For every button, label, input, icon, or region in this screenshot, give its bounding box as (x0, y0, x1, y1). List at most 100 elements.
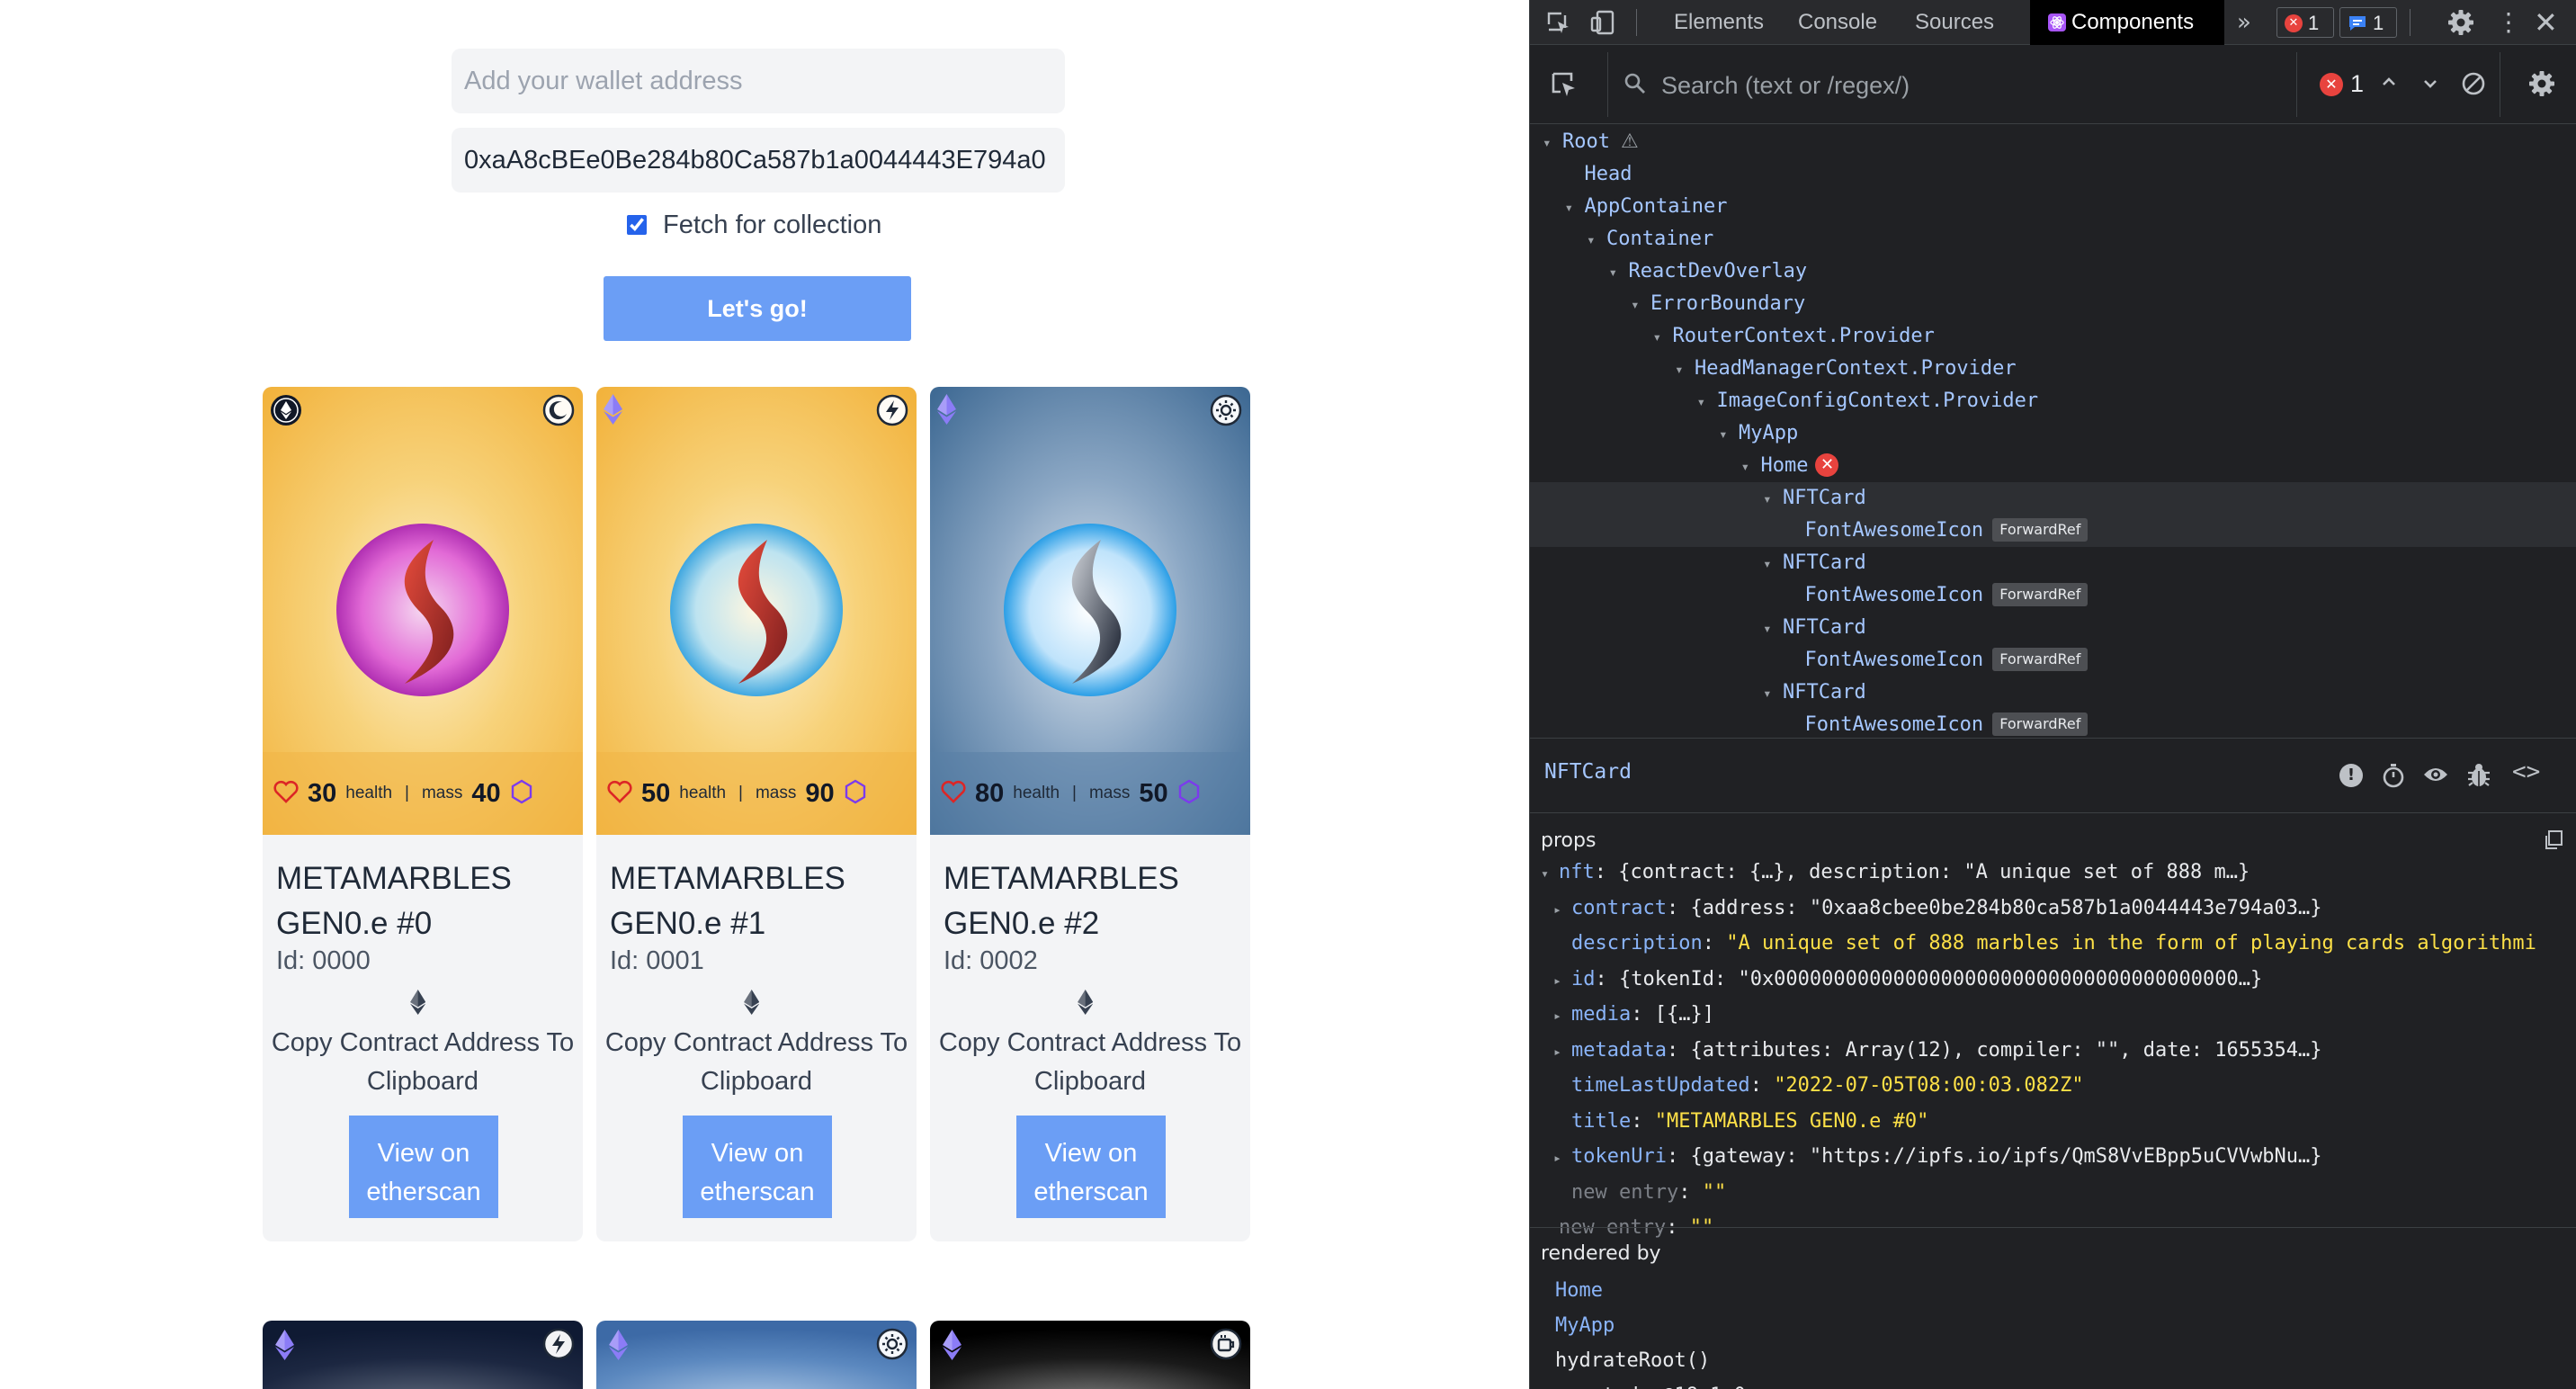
caret-down-icon[interactable]: ▾ (1631, 289, 1650, 321)
collection-address-input[interactable] (452, 128, 1065, 193)
tree-node-label: NFTCard (1783, 681, 1866, 703)
tree-node[interactable]: FontAwesomeIcon ForwardRef (1530, 515, 2576, 547)
caret-down-icon[interactable]: ▾ (1587, 224, 1606, 256)
inspect-dom-eye-icon[interactable] (2422, 764, 2449, 790)
search-icon (1623, 72, 1647, 100)
prop-colon: : (1666, 1145, 1691, 1168)
tree-node[interactable]: ▾ ReactDevOverlay (1530, 255, 2576, 288)
prop-colon: : (1631, 1109, 1655, 1133)
ethereum-icon (1078, 990, 1094, 1019)
copy-contract-address-button[interactable]: Copy Contract Address To Clipboard (263, 1024, 583, 1101)
ethereum-icon (410, 990, 426, 1019)
tab-elements[interactable]: Elements (1674, 0, 1764, 45)
tab-console[interactable]: Console (1798, 0, 1877, 45)
stat-separator: | (1072, 784, 1077, 802)
chevron-down-icon[interactable] (2420, 74, 2440, 98)
caret-down-icon[interactable]: ▾ (1763, 548, 1783, 580)
fetch-collection-row[interactable]: Fetch for collection (627, 207, 881, 243)
inspect-element-icon[interactable] (1546, 11, 1571, 40)
view-source-icon[interactable]: <> (2512, 758, 2540, 785)
view-on-etherscan-button[interactable]: View on etherscan (1016, 1116, 1166, 1218)
rendered-by-item[interactable]: Home (1555, 1275, 1603, 1307)
prop-row[interactable]: ▸ media: [{…}] (1553, 999, 1714, 1031)
caret-down-icon[interactable]: ▾ (1543, 127, 1562, 159)
caret-down-icon[interactable]: ▾ (1763, 677, 1783, 710)
tree-node[interactable]: ▾ NFTCard (1530, 612, 2576, 644)
tree-node[interactable]: ▾ NFTCard (1530, 482, 2576, 515)
tree-node[interactable]: ▾ AppContainer (1530, 191, 2576, 223)
props-panel: props ▾ nft: {contract: {…}, description:… (1530, 813, 2576, 1239)
prop-colon: : (1595, 967, 1619, 990)
tree-node[interactable]: ▾ ImageConfigContext.Provider (1530, 385, 2576, 417)
caret-down-icon[interactable]: ▾ (1653, 321, 1673, 354)
view-on-etherscan-button[interactable]: View on etherscan (683, 1116, 832, 1218)
expand-toggle-icon[interactable]: ▸ (1553, 964, 1571, 997)
prop-row[interactable]: new entry: "" (1553, 1177, 1726, 1209)
tab-components[interactable]: Components (2030, 0, 2224, 45)
prop-row[interactable]: ▸ id: {tokenId: "0x0000000000000000000000… (1553, 963, 2262, 996)
tab-sources[interactable]: Sources (1915, 0, 1994, 45)
prop-row[interactable]: ▸ tokenUri: {gateway: "https://ipfs.io/ip… (1553, 1141, 2321, 1173)
copy-props-icon[interactable] (2543, 829, 2564, 856)
stopwatch-icon[interactable] (2381, 762, 2406, 793)
settings-gear-icon[interactable] (2447, 9, 2474, 40)
expand-toggle-icon[interactable]: ▸ (1553, 893, 1571, 926)
prop-row[interactable]: description: "A unique set of 888 marble… (1553, 927, 2536, 960)
tree-node[interactable]: FontAwesomeIcon ForwardRef (1530, 579, 2576, 612)
tree-node[interactable]: ▾ NFTCard (1530, 677, 2576, 709)
clear-errors-icon[interactable] (2460, 70, 2487, 102)
device-toolbar-icon[interactable] (1589, 9, 1616, 40)
prop-row[interactable]: title: "METAMARBLES GEN0.e #0" (1553, 1106, 1928, 1138)
caret-down-icon[interactable]: ▾ (1675, 354, 1695, 386)
expand-toggle-icon[interactable]: ▸ (1553, 1142, 1571, 1174)
wallet-address-input[interactable] (452, 49, 1065, 113)
component-settings-gear-icon[interactable] (2528, 70, 2555, 102)
message-counter[interactable]: 1 (2339, 7, 2397, 38)
caret-down-icon[interactable]: ▾ (1763, 483, 1783, 515)
select-component-icon[interactable] (1550, 70, 1579, 103)
prop-row[interactable]: ▾ nft: {contract: {…}, description: "A un… (1541, 856, 2250, 889)
tree-node[interactable]: ▾ Home ✕ (1530, 450, 2576, 482)
copy-contract-address-button[interactable]: Copy Contract Address To Clipboard (596, 1024, 917, 1101)
log-to-console-bug-icon[interactable] (2467, 762, 2491, 793)
lets-go-button[interactable]: Let's go! (604, 276, 911, 341)
caret-down-icon[interactable]: ▾ (1719, 418, 1739, 451)
tree-node[interactable]: Head (1530, 158, 2576, 191)
tree-node[interactable]: ▾ Container (1530, 223, 2576, 255)
tree-node[interactable]: ▾ Root ⚠ (1530, 126, 2576, 158)
expand-toggle-icon[interactable]: ▾ (1541, 857, 1559, 890)
caret-down-icon[interactable]: ▾ (1741, 451, 1761, 483)
tree-node[interactable]: FontAwesomeIcon ForwardRef (1530, 709, 2576, 738)
suspend-icon[interactable]: ! (2339, 764, 2363, 787)
tree-node[interactable]: ▾ HeadManagerContext.Provider (1530, 353, 2576, 385)
caret-down-icon[interactable]: ▾ (1565, 192, 1585, 224)
more-tabs-icon[interactable]: » (2237, 9, 2251, 36)
close-devtools-icon[interactable]: ✕ (2534, 5, 2558, 40)
fetch-collection-checkbox[interactable] (627, 215, 647, 235)
caret-down-icon[interactable]: ▾ (1697, 386, 1717, 418)
caret-down-icon[interactable]: ▾ (1763, 613, 1783, 645)
nft-title: METAMARBLES GEN0.e #0 (276, 861, 512, 941)
rendered-by-item: react-dom@18.1.0 (1555, 1380, 1746, 1389)
prop-row[interactable]: timeLastUpdated: "2022-07-05T08:00:03.08… (1553, 1070, 2084, 1102)
tree-node[interactable]: ▾ NFTCard (1530, 547, 2576, 579)
chevron-up-icon[interactable] (2379, 72, 2399, 96)
prop-colon: : (1594, 861, 1619, 883)
tree-node[interactable]: ▾ ErrorBoundary (1530, 288, 2576, 320)
components-search-bar: Search (text or /regex/) ✕ 1 (1530, 45, 2576, 124)
copy-contract-address-button[interactable]: Copy Contract Address To Clipboard (930, 1024, 1250, 1101)
prop-row[interactable]: ▸ metadata: {attributes: Array(12), compi… (1553, 1035, 2321, 1067)
expand-toggle-icon[interactable]: ▸ (1553, 999, 1571, 1032)
kebab-menu-icon[interactable]: ⋮ (2496, 7, 2521, 37)
error-counter[interactable]: ✕ 1 (2276, 7, 2334, 38)
component-search-input[interactable]: Search (text or /regex/) (1661, 72, 1910, 100)
heart-icon (941, 780, 966, 808)
rendered-by-item[interactable]: MyApp (1555, 1310, 1614, 1342)
tree-node[interactable]: FontAwesomeIcon ForwardRef (1530, 644, 2576, 677)
prop-row[interactable]: ▸ contract: {address: "0xaa8cbee0be284b80… (1553, 892, 2321, 925)
view-on-etherscan-button[interactable]: View on etherscan (349, 1116, 498, 1218)
caret-down-icon[interactable]: ▾ (1609, 256, 1629, 289)
tree-node[interactable]: ▾ MyApp (1530, 417, 2576, 450)
tree-node[interactable]: ▾ RouterContext.Provider (1530, 320, 2576, 353)
expand-toggle-icon[interactable]: ▸ (1553, 1035, 1571, 1068)
